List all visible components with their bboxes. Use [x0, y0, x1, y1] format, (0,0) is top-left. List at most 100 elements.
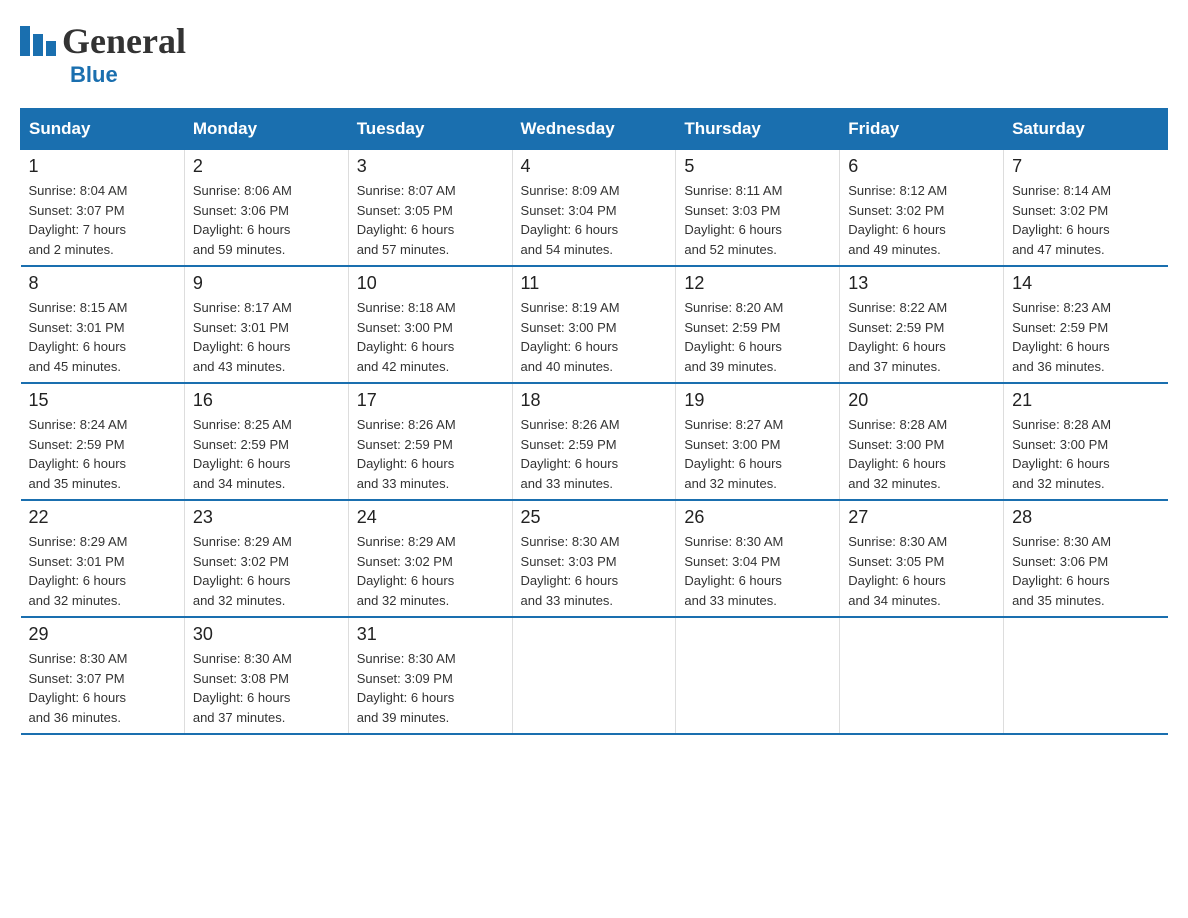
day-info: Sunrise: 8:24 AM Sunset: 2:59 PM Dayligh…	[29, 415, 176, 493]
day-number: 5	[684, 156, 831, 177]
day-number: 23	[193, 507, 340, 528]
day-info: Sunrise: 8:30 AM Sunset: 3:04 PM Dayligh…	[684, 532, 831, 610]
column-header-wednesday: Wednesday	[512, 109, 676, 150]
column-header-friday: Friday	[840, 109, 1004, 150]
day-info: Sunrise: 8:11 AM Sunset: 3:03 PM Dayligh…	[684, 181, 831, 259]
day-number: 20	[848, 390, 995, 411]
calendar-cell: 6 Sunrise: 8:12 AM Sunset: 3:02 PM Daylig…	[840, 150, 1004, 267]
day-info: Sunrise: 8:17 AM Sunset: 3:01 PM Dayligh…	[193, 298, 340, 376]
day-number: 9	[193, 273, 340, 294]
calendar-cell: 26 Sunrise: 8:30 AM Sunset: 3:04 PM Dayli…	[676, 500, 840, 617]
day-number: 25	[521, 507, 668, 528]
day-info: Sunrise: 8:12 AM Sunset: 3:02 PM Dayligh…	[848, 181, 995, 259]
day-info: Sunrise: 8:09 AM Sunset: 3:04 PM Dayligh…	[521, 181, 668, 259]
day-number: 27	[848, 507, 995, 528]
day-number: 1	[29, 156, 176, 177]
column-header-sunday: Sunday	[21, 109, 185, 150]
calendar-week-row: 15 Sunrise: 8:24 AM Sunset: 2:59 PM Dayli…	[21, 383, 1168, 500]
calendar-week-row: 8 Sunrise: 8:15 AM Sunset: 3:01 PM Daylig…	[21, 266, 1168, 383]
calendar-cell: 18 Sunrise: 8:26 AM Sunset: 2:59 PM Dayli…	[512, 383, 676, 500]
column-header-tuesday: Tuesday	[348, 109, 512, 150]
day-info: Sunrise: 8:15 AM Sunset: 3:01 PM Dayligh…	[29, 298, 176, 376]
day-info: Sunrise: 8:19 AM Sunset: 3:00 PM Dayligh…	[521, 298, 668, 376]
calendar-cell: 9 Sunrise: 8:17 AM Sunset: 3:01 PM Daylig…	[184, 266, 348, 383]
calendar-cell: 25 Sunrise: 8:30 AM Sunset: 3:03 PM Dayli…	[512, 500, 676, 617]
column-header-monday: Monday	[184, 109, 348, 150]
day-number: 13	[848, 273, 995, 294]
day-number: 18	[521, 390, 668, 411]
day-info: Sunrise: 8:25 AM Sunset: 2:59 PM Dayligh…	[193, 415, 340, 493]
day-info: Sunrise: 8:14 AM Sunset: 3:02 PM Dayligh…	[1012, 181, 1159, 259]
calendar-week-row: 22 Sunrise: 8:29 AM Sunset: 3:01 PM Dayli…	[21, 500, 1168, 617]
calendar-header-row: SundayMondayTuesdayWednesdayThursdayFrid…	[21, 109, 1168, 150]
day-number: 3	[357, 156, 504, 177]
calendar-cell: 12Sunrise: 8:20 AM Sunset: 2:59 PM Dayli…	[676, 266, 840, 383]
day-info: Sunrise: 8:30 AM Sunset: 3:09 PM Dayligh…	[357, 649, 504, 727]
calendar-week-row: 1 Sunrise: 8:04 AM Sunset: 3:07 PM Daylig…	[21, 150, 1168, 267]
day-number: 21	[1012, 390, 1159, 411]
calendar-cell: 29 Sunrise: 8:30 AM Sunset: 3:07 PM Dayli…	[21, 617, 185, 734]
day-number: 26	[684, 507, 831, 528]
calendar-cell: 23 Sunrise: 8:29 AM Sunset: 3:02 PM Dayli…	[184, 500, 348, 617]
day-number: 6	[848, 156, 995, 177]
day-number: 16	[193, 390, 340, 411]
column-header-thursday: Thursday	[676, 109, 840, 150]
calendar-cell: 28Sunrise: 8:30 AM Sunset: 3:06 PM Dayli…	[1004, 500, 1168, 617]
day-info: Sunrise: 8:23 AM Sunset: 2:59 PM Dayligh…	[1012, 298, 1159, 376]
day-info: Sunrise: 8:04 AM Sunset: 3:07 PM Dayligh…	[29, 181, 176, 259]
day-number: 29	[29, 624, 176, 645]
calendar-week-row: 29 Sunrise: 8:30 AM Sunset: 3:07 PM Dayli…	[21, 617, 1168, 734]
day-number: 7	[1012, 156, 1159, 177]
calendar-cell	[1004, 617, 1168, 734]
day-info: Sunrise: 8:26 AM Sunset: 2:59 PM Dayligh…	[521, 415, 668, 493]
calendar-cell: 10Sunrise: 8:18 AM Sunset: 3:00 PM Dayli…	[348, 266, 512, 383]
day-info: Sunrise: 8:22 AM Sunset: 2:59 PM Dayligh…	[848, 298, 995, 376]
day-number: 24	[357, 507, 504, 528]
calendar-cell: 17Sunrise: 8:26 AM Sunset: 2:59 PM Dayli…	[348, 383, 512, 500]
day-number: 31	[357, 624, 504, 645]
day-info: Sunrise: 8:29 AM Sunset: 3:01 PM Dayligh…	[29, 532, 176, 610]
day-number: 10	[357, 273, 504, 294]
day-info: Sunrise: 8:27 AM Sunset: 3:00 PM Dayligh…	[684, 415, 831, 493]
calendar-cell: 30 Sunrise: 8:30 AM Sunset: 3:08 PM Dayli…	[184, 617, 348, 734]
logo-general-text: General	[62, 20, 186, 62]
day-info: Sunrise: 8:29 AM Sunset: 3:02 PM Dayligh…	[193, 532, 340, 610]
logo: General Blue	[20, 20, 186, 88]
calendar-cell: 20 Sunrise: 8:28 AM Sunset: 3:00 PM Dayli…	[840, 383, 1004, 500]
calendar-cell: 19Sunrise: 8:27 AM Sunset: 3:00 PM Dayli…	[676, 383, 840, 500]
calendar-cell: 7 Sunrise: 8:14 AM Sunset: 3:02 PM Daylig…	[1004, 150, 1168, 267]
day-number: 8	[29, 273, 176, 294]
day-number: 11	[521, 273, 668, 294]
column-header-saturday: Saturday	[1004, 109, 1168, 150]
calendar-table: SundayMondayTuesdayWednesdayThursdayFrid…	[20, 108, 1168, 735]
day-number: 22	[29, 507, 176, 528]
calendar-cell: 4Sunrise: 8:09 AM Sunset: 3:04 PM Daylig…	[512, 150, 676, 267]
day-number: 30	[193, 624, 340, 645]
calendar-cell: 2Sunrise: 8:06 AM Sunset: 3:06 PM Daylig…	[184, 150, 348, 267]
calendar-cell: 21 Sunrise: 8:28 AM Sunset: 3:00 PM Dayli…	[1004, 383, 1168, 500]
day-info: Sunrise: 8:07 AM Sunset: 3:05 PM Dayligh…	[357, 181, 504, 259]
calendar-cell	[840, 617, 1004, 734]
calendar-cell: 22 Sunrise: 8:29 AM Sunset: 3:01 PM Dayli…	[21, 500, 185, 617]
day-info: Sunrise: 8:30 AM Sunset: 3:07 PM Dayligh…	[29, 649, 176, 727]
calendar-cell: 16 Sunrise: 8:25 AM Sunset: 2:59 PM Dayli…	[184, 383, 348, 500]
calendar-cell: 5 Sunrise: 8:11 AM Sunset: 3:03 PM Daylig…	[676, 150, 840, 267]
day-number: 12	[684, 273, 831, 294]
day-number: 2	[193, 156, 340, 177]
day-info: Sunrise: 8:30 AM Sunset: 3:03 PM Dayligh…	[521, 532, 668, 610]
calendar-cell: 1 Sunrise: 8:04 AM Sunset: 3:07 PM Daylig…	[21, 150, 185, 267]
day-number: 14	[1012, 273, 1159, 294]
day-info: Sunrise: 8:28 AM Sunset: 3:00 PM Dayligh…	[848, 415, 995, 493]
calendar-cell: 15 Sunrise: 8:24 AM Sunset: 2:59 PM Dayli…	[21, 383, 185, 500]
day-info: Sunrise: 8:28 AM Sunset: 3:00 PM Dayligh…	[1012, 415, 1159, 493]
day-number: 15	[29, 390, 176, 411]
day-info: Sunrise: 8:30 AM Sunset: 3:08 PM Dayligh…	[193, 649, 340, 727]
page-header: General Blue	[20, 20, 1168, 88]
calendar-cell: 27Sunrise: 8:30 AM Sunset: 3:05 PM Dayli…	[840, 500, 1004, 617]
day-info: Sunrise: 8:26 AM Sunset: 2:59 PM Dayligh…	[357, 415, 504, 493]
calendar-cell: 14 Sunrise: 8:23 AM Sunset: 2:59 PM Dayli…	[1004, 266, 1168, 383]
calendar-cell	[512, 617, 676, 734]
calendar-cell	[676, 617, 840, 734]
calendar-cell: 8 Sunrise: 8:15 AM Sunset: 3:01 PM Daylig…	[21, 266, 185, 383]
calendar-cell: 31 Sunrise: 8:30 AM Sunset: 3:09 PM Dayli…	[348, 617, 512, 734]
